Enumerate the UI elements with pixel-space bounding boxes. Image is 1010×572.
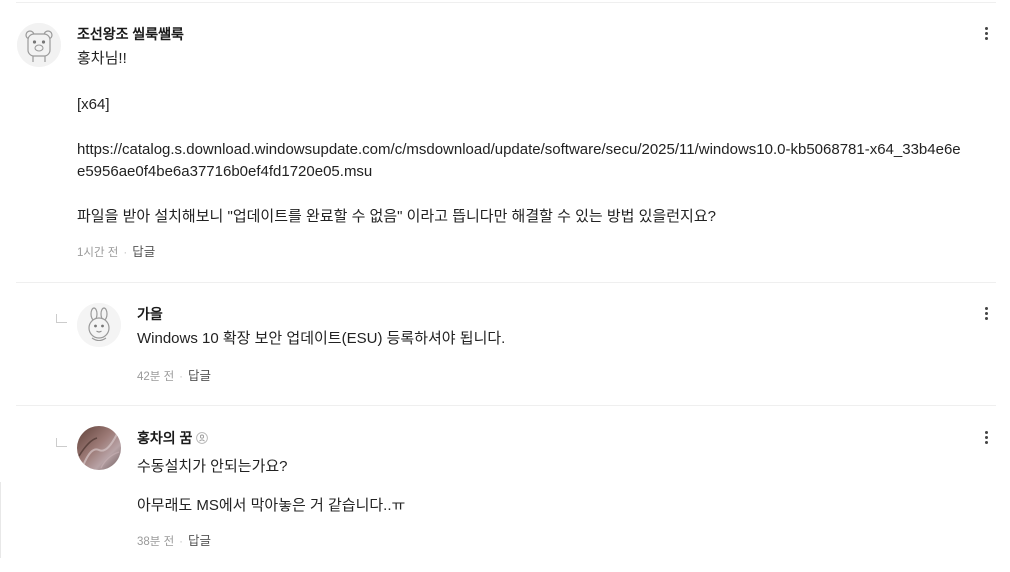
author-badge-icon [196, 430, 209, 448]
comment-text-line: 홍차님!! [77, 50, 127, 67]
bear-avatar-icon[interactable] [17, 23, 61, 67]
comment-text-line: Windows 10 확장 보안 업데이트(ESU) 등록하셔야 됩니다. [137, 330, 506, 347]
reply-button[interactable]: 답글 [188, 534, 211, 548]
comment-meta: 38분 전 · 답글 [137, 533, 211, 550]
comment-text-line: 수동설치가 안되는가요? [137, 458, 288, 475]
more-options-icon[interactable] [978, 429, 994, 449]
meta-separator: · [179, 371, 183, 383]
meta-separator: · [123, 247, 128, 259]
comment-meta: 1시간 전 · 답글 [77, 244, 155, 261]
comment-time: 38분 전 [137, 536, 175, 548]
reply-indent-icon [56, 438, 67, 447]
comment-author[interactable]: 가을 [137, 305, 163, 323]
frame-edge [0, 482, 1, 558]
reply-comment-item: 가을 Windows 10 확장 보안 업데이트(ESU) 등록하셔야 됩니다.… [0, 283, 1010, 405]
comment-text-line: 아무래도 MS에서 막아놓은 거 같습니다..ㅠ [137, 497, 406, 514]
comment-link-line[interactable]: https://catalog.s.download.windowsupdate… [77, 139, 961, 161]
comment-author[interactable]: 홍차의 꿈 [137, 429, 209, 448]
more-options-icon[interactable] [978, 305, 994, 325]
reply-button[interactable]: 답글 [188, 369, 211, 383]
comment-link-line[interactable]: e5956ae0f4be6a37716b0ef4fd1720e05.msu [77, 161, 372, 183]
comment-thread: 조선왕조 씰룩쌜룩 홍차님!! [x64] https://catalog.s.… [0, 0, 1010, 572]
comment-text-line: 파일을 받아 설치해보니 "업데이트를 완료할 수 없음" 이라고 뜹니다만 해… [77, 208, 716, 225]
comment-time: 42분 전 [137, 371, 175, 383]
comment-author[interactable]: 조선왕조 씰룩쌜룩 [77, 25, 184, 43]
author-name[interactable]: 홍차의 꿈 [137, 430, 192, 446]
comment-time: 1시간 전 [77, 247, 119, 259]
comment-item: 조선왕조 씰룩쌜룩 홍차님!! [x64] https://catalog.s.… [0, 0, 1010, 282]
comment-meta: 42분 전 · 답글 [137, 368, 211, 385]
reply-button[interactable]: 답글 [132, 245, 155, 259]
more-options-icon[interactable] [978, 25, 994, 45]
meta-separator: · [179, 536, 183, 548]
photo-avatar-icon[interactable] [77, 426, 121, 470]
comment-text-line: [x64] [77, 96, 110, 113]
rabbit-avatar-icon[interactable] [77, 303, 121, 347]
reply-indent-icon [56, 314, 67, 323]
reply-comment-item: 홍차의 꿈 수동설치가 안되는가요? 아무래도 MS에서 막아놓은 거 같습니다… [0, 406, 1010, 572]
